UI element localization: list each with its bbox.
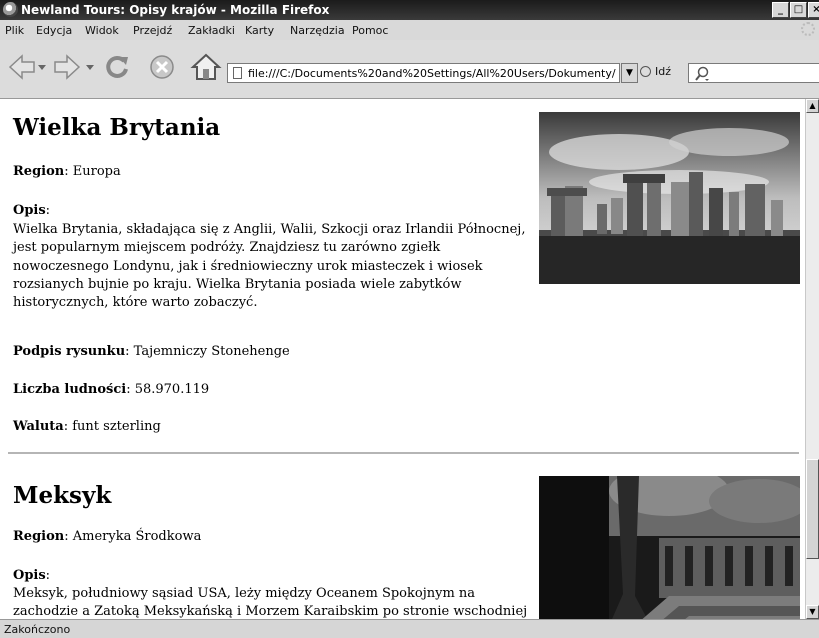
back-dropdown-icon[interactable]	[38, 63, 46, 71]
reload-icon[interactable]	[102, 52, 132, 82]
description-label-line: Opis:	[13, 568, 51, 583]
menu-zakladki[interactable]: Zakładki	[188, 24, 235, 37]
menu-karty[interactable]: Karty	[245, 24, 274, 37]
menu-bar: Plik Edycja Widok Przejdź Zakładki Karty…	[0, 20, 819, 40]
region-value: Europa	[72, 164, 121, 179]
caption-line: Podpis rysunku: Tajemniczy Stonehenge	[13, 344, 290, 359]
ruins-photo	[539, 476, 800, 619]
currency-value: funt szterling	[72, 419, 161, 434]
stonehenge-image	[539, 112, 800, 284]
scroll-up-button[interactable]: ▲	[806, 99, 819, 113]
description-text: Wielka Brytania, składająca się z Anglii…	[13, 222, 526, 311]
region-line: Region: Ameryka Środkowa	[13, 529, 202, 544]
caption-label: Podpis rysunku	[13, 344, 126, 359]
currency-line: Waluta: funt szterling	[13, 419, 161, 434]
go-button[interactable]: Idź	[640, 65, 671, 78]
scroll-thumb[interactable]	[806, 459, 819, 559]
title-bar: Newland Tours: Opisy krajów - Mozilla Fi…	[0, 0, 819, 20]
menu-narzedzia[interactable]: Narzędzia	[290, 24, 345, 37]
status-text: Zakończono	[4, 623, 71, 636]
menu-pomoc[interactable]: Pomoc	[352, 24, 388, 37]
go-icon	[640, 66, 651, 77]
maximize-button[interactable]: □	[790, 2, 807, 18]
currency-label: Waluta	[13, 419, 64, 434]
home-icon[interactable]	[190, 51, 222, 83]
address-bar[interactable]: file:///C:/Documents%20and%20Settings/Al…	[227, 63, 620, 83]
search-icon	[695, 66, 709, 81]
forward-arrow-icon[interactable]	[52, 52, 82, 82]
population-label: Liczba ludności	[13, 382, 127, 397]
forward-dropdown-icon[interactable]	[86, 63, 94, 71]
firefox-icon	[3, 2, 18, 17]
region-line: Region: Europa	[13, 164, 121, 179]
vertical-scrollbar[interactable]: ▲ ▼	[805, 99, 819, 619]
browser-window: Newland Tours: Opisy krajów - Mozilla Fi…	[0, 0, 819, 638]
window-title: Newland Tours: Opisy krajów - Mozilla Fi…	[21, 3, 330, 17]
ruins-image	[539, 476, 800, 619]
region-label: Region	[13, 164, 65, 179]
country-name: Wielka Brytania	[13, 114, 221, 141]
description-label-line: Opis:	[13, 203, 51, 218]
region-label: Region	[13, 529, 65, 544]
minimize-button[interactable]: _	[772, 2, 789, 18]
scroll-down-button[interactable]: ▼	[806, 605, 819, 619]
population-value: 58.970.119	[134, 382, 210, 397]
menu-plik[interactable]: Plik	[5, 24, 24, 37]
page-content: Wielka Brytania Region: Europa Opis: Wie…	[0, 99, 805, 619]
url-history-dropdown-button[interactable]: ▼	[621, 63, 638, 83]
window-controls: _ □ ×	[772, 2, 819, 18]
activity-throbber-icon	[801, 22, 815, 36]
menu-edycja[interactable]: Edycja	[36, 24, 72, 37]
status-bar: Zakończono	[0, 619, 819, 638]
go-label: Idź	[655, 65, 672, 78]
population-line: Liczba ludności: 58.970.119	[13, 382, 210, 397]
search-input[interactable]	[688, 63, 819, 83]
stop-icon[interactable]	[147, 52, 177, 82]
stonehenge-photo	[539, 112, 800, 284]
close-button[interactable]: ×	[808, 2, 819, 18]
url-text[interactable]: file:///C:/Documents%20and%20Settings/Al…	[248, 67, 616, 80]
country-name: Meksyk	[13, 482, 112, 509]
region-value: Ameryka Środkowa	[72, 529, 202, 544]
description-label: Opis	[13, 568, 46, 583]
back-arrow-icon[interactable]	[7, 52, 37, 82]
menu-widok[interactable]: Widok	[85, 24, 119, 37]
section-divider	[8, 452, 799, 454]
description-label: Opis	[13, 203, 46, 218]
menu-przejdz[interactable]: Przejdź	[133, 24, 172, 37]
page-icon	[233, 67, 242, 79]
description-text: Meksyk, południowy sąsiad USA, leży międ…	[13, 586, 528, 619]
caption-value: Tajemniczy Stonehenge	[133, 344, 290, 359]
